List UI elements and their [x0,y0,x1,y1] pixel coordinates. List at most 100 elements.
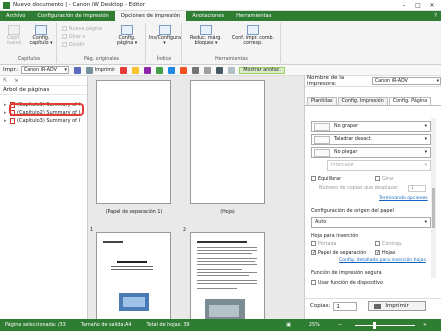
collate-select[interactable]: Intercalar [327,160,431,171]
printer-name-select[interactable]: Canon iR-ADV [371,77,441,85]
zoom-level: 25% [308,322,320,328]
maximize-button[interactable]: □ [411,0,425,11]
show-annotations-button[interactable]: Mostrar anotac. [239,66,286,74]
copies-input[interactable]: 1 [333,301,358,311]
expand-arrow-icon[interactable]: ▸ [4,109,7,117]
tab-archivo[interactable]: Archivo [0,11,31,21]
fit-page-icon[interactable]: ▣ [286,322,291,328]
collapse-icon[interactable]: ⇲ [14,78,19,84]
sheet-page-thumbnail[interactable] [190,80,265,204]
checkbox-box [311,176,316,181]
print-icon[interactable] [85,66,93,74]
punch-select[interactable]: Taladrar desact. [311,134,431,145]
expand-arrow-icon[interactable]: ▸ [4,101,7,109]
reduce-margins-button[interactable]: Reduc. márg. bloques ▾ [185,25,227,46]
mail-merge-icon [247,25,259,35]
finishing-options-link[interactable]: Terminando opciones [379,196,428,201]
tab-annotations[interactable]: Anotaciones [186,11,230,21]
page-number-2: 2 [183,228,187,233]
status-bar: Página seleccionada: /33 Tamaño de salid… [0,319,441,331]
copies-row: Copias: 1 Imprimir [304,298,441,313]
save-icon[interactable] [73,66,81,74]
zoom-in-button[interactable]: + [423,322,427,328]
group-chapters: Capít. nuevo Config. capítulo ▾ Capítulo… [2,23,57,63]
shape-icon[interactable] [144,66,152,74]
title-bar: Nuevo documento | - Canon iW Desktop - E… [0,0,441,11]
eraser-icon[interactable] [192,66,200,74]
rotate-button[interactable]: Girar ▾ [62,34,85,40]
tab-page-settings[interactable]: Config. Página [388,97,432,105]
split-icon [62,42,67,47]
output-size-status: Tamaño de salida:A4 [80,322,132,328]
page-tree-title: Árbol de páginas [0,86,87,95]
stamp-icon[interactable] [156,66,164,74]
minimize-button[interactable]: – [397,0,411,11]
printer-label: Impr.: [3,67,19,73]
staple-icon [314,123,330,131]
index-insert-button[interactable]: Ins/Configura ▾ [149,25,181,46]
group-label: Pág. originales [83,57,120,62]
grid-icon[interactable] [228,66,236,74]
close-button[interactable]: ✕ [425,0,439,11]
tab-templates[interactable]: Plantillas [307,97,337,105]
separator-paper-checkbox[interactable]: ✓ Papel de separación [311,250,366,256]
paper-origin-label: Configuración de origen del papel [311,208,394,214]
print-button[interactable]: Imprimir [368,301,427,311]
selected-pages-status: Página seleccionada: /33 [5,322,66,328]
checkbox-box [311,280,316,285]
new-chapter-button[interactable]: Capít. nuevo [4,25,24,46]
device-function-checkbox[interactable]: Usar función de dispositivo [311,280,383,286]
scrollbar-thumb[interactable] [432,188,435,228]
cover-checkbox[interactable]: Portada [311,241,336,247]
tree-item-chapter3[interactable]: ▸ (Capítulo3) Summary of I [0,117,87,125]
pen-icon[interactable] [120,66,128,74]
staple-select[interactable]: No grapar [311,121,431,132]
page-config-icon [121,25,133,35]
new-page-icon [62,26,67,31]
printer-select[interactable]: Canon iR-ADV [20,66,69,74]
page-tree-toolbar: ⇱ ⇲ [0,76,87,86]
ribbon: Capít. nuevo Config. capítulo ▾ Capítulo… [0,21,441,65]
group-index: Ins/Configura ▾ Índice [147,23,182,63]
page-1-content [103,241,153,311]
secure-print-label: Función de impresión segura [311,270,382,276]
tab-print-config[interactable]: Configuración de impresión [31,11,114,21]
app-icon [3,1,10,9]
printer-name-row: Nombre de la impresora: Canon iR-ADV [305,75,441,87]
insert-detail-link[interactable]: Config. detallada para inserción hojas [339,258,426,263]
help-icon[interactable]: ? [434,11,437,21]
arrow-icon[interactable] [180,66,188,74]
copies-label: Copias: [310,303,331,309]
mail-merge-button[interactable]: Conf. impr. comb. corresp. [229,25,277,46]
paper-origin-select[interactable]: Auto [311,217,431,228]
print-toolbar-button[interactable]: Imprimir [95,68,115,73]
page-config-button[interactable]: Config. página ▾ [110,25,144,46]
expand-arrow-icon[interactable]: ▸ [4,117,7,125]
balance-checkbox[interactable]: Equilibrar [311,176,341,182]
check-icon: ✓ [375,250,381,256]
text-icon[interactable] [168,66,176,74]
layer-icon[interactable] [216,66,224,74]
settings-scrollbar[interactable] [431,118,436,278]
settings-icon[interactable] [204,66,212,74]
zoom-out-button[interactable]: − [338,322,342,328]
split-button[interactable]: Dividir [62,42,85,48]
back-cover-checkbox[interactable]: Contrap. [375,241,403,247]
highlighter-icon[interactable] [132,66,140,74]
separator-page-thumbnail[interactable] [96,80,171,204]
zoom-slider[interactable] [354,321,415,329]
fold-select[interactable]: No plegar [311,147,431,158]
new-page-button[interactable]: Nueva página [62,26,102,32]
rotate-checkbox[interactable]: Girar [375,176,394,182]
document-view[interactable]: (Papel de separación 1) (Hoja) 1 2 [88,76,304,319]
shift-copies-input[interactable]: 1 [408,185,426,192]
chapter-config-button[interactable]: Config. capítulo ▾ [26,25,56,46]
tab-tools[interactable]: Herramientas [230,11,277,21]
page-2-thumbnail[interactable] [190,232,265,319]
tab-print-options[interactable]: Opciones de impresión [114,11,187,21]
zoom-slider-knob[interactable] [372,321,376,329]
page-1-thumbnail[interactable] [96,232,171,319]
sheets-checkbox[interactable]: ✓ Hojas [375,250,395,256]
tab-print-settings[interactable]: Config. Impresión [337,97,388,105]
expand-icon[interactable]: ⇱ [3,78,8,84]
